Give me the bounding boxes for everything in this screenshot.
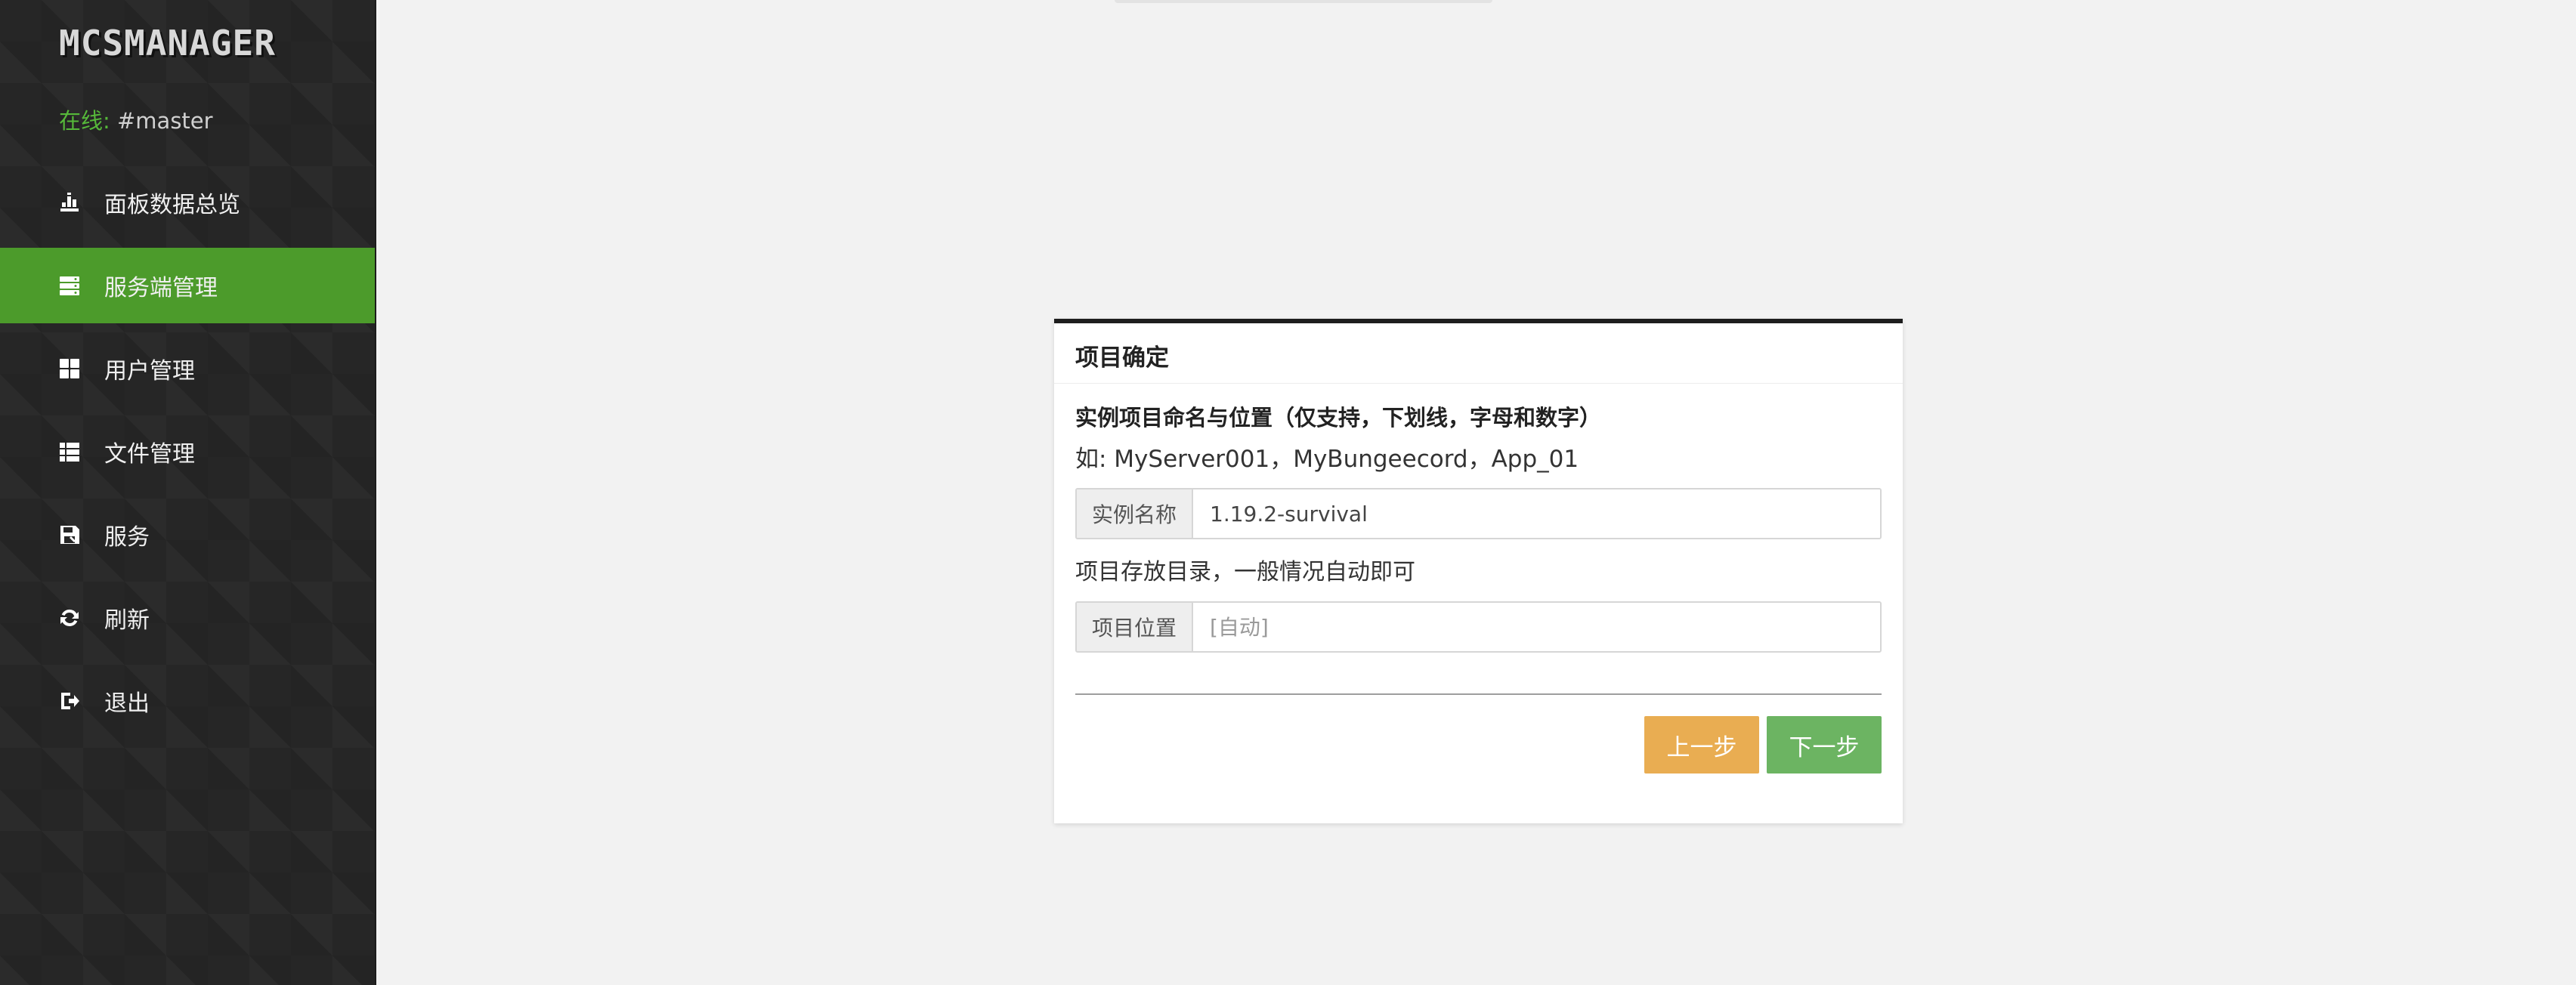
sidebar: MCSMANAGER 在线: #master 面板数据总览 服务端管理 用户管理 xyxy=(0,0,376,985)
sidebar-item-label: 文件管理 xyxy=(104,441,195,468)
divider xyxy=(1075,693,1882,695)
project-location-label: 项目位置 xyxy=(1077,603,1193,651)
server-icon xyxy=(59,275,80,296)
sign-out-icon xyxy=(59,690,80,712)
top-shadow-bar xyxy=(1115,0,1492,3)
bar-chart-icon xyxy=(59,192,80,213)
previous-step-button[interactable]: 上一步 xyxy=(1644,716,1759,773)
sidebar-item-dashboard[interactable]: 面板数据总览 xyxy=(0,165,375,240)
directory-hint: 项目存放目录，一般情况自动即可 xyxy=(1075,559,1415,585)
next-step-button[interactable]: 下一步 xyxy=(1767,716,1882,773)
dialog-title: 项目确定 xyxy=(1054,323,1903,384)
sidebar-item-label: 服务 xyxy=(104,524,150,551)
sidebar-item-label: 退出 xyxy=(104,690,150,717)
sidebar-item-label: 刷新 xyxy=(104,607,150,634)
sidebar-item-refresh[interactable]: 刷新 xyxy=(0,580,375,656)
list-icon xyxy=(59,441,80,462)
refresh-icon xyxy=(59,607,80,628)
sidebar-item-logout[interactable]: 退出 xyxy=(0,663,375,739)
grid-icon xyxy=(59,358,80,379)
sidebar-nav: 面板数据总览 服务端管理 用户管理 文件管理 服务 刷新 退出 xyxy=(0,165,375,746)
sidebar-item-label: 面板数据总览 xyxy=(104,192,240,218)
sidebar-item-label: 用户管理 xyxy=(104,358,195,384)
sidebar-item-label: 服务端管理 xyxy=(104,275,218,301)
project-confirm-dialog: 项目确定 实例项目命名与位置（仅支持，下划线，字母和数字） 如: MyServe… xyxy=(1054,319,1903,823)
online-label: 在线: xyxy=(59,108,110,134)
instance-name-label: 实例名称 xyxy=(1077,489,1193,538)
dialog-actions: 上一步 下一步 xyxy=(1075,716,1882,773)
sidebar-item-file-management[interactable]: 文件管理 xyxy=(0,414,375,489)
app-logo: MCSMANAGER xyxy=(59,23,276,63)
sidebar-item-service[interactable]: 服务 xyxy=(0,497,375,573)
dialog-body: 实例项目命名与位置（仅支持，下划线，字母和数字） 如: MyServer001，… xyxy=(1054,384,1903,773)
project-location-input[interactable] xyxy=(1193,603,1880,651)
online-user: #master xyxy=(117,108,213,134)
section-title: 实例项目命名与位置（仅支持，下划线，字母和数字） xyxy=(1075,405,1602,431)
example-hint: 如: MyServer001，MyBungeecord，App_01 xyxy=(1075,446,1579,473)
project-location-group: 项目位置 xyxy=(1075,601,1882,653)
instance-name-group: 实例名称 xyxy=(1075,488,1882,539)
sidebar-item-user-management[interactable]: 用户管理 xyxy=(0,331,375,406)
instance-name-input[interactable] xyxy=(1193,489,1880,538)
sidebar-item-server-management[interactable]: 服务端管理 xyxy=(0,248,375,323)
save-icon xyxy=(59,524,80,545)
online-status: 在线: #master xyxy=(59,106,213,136)
